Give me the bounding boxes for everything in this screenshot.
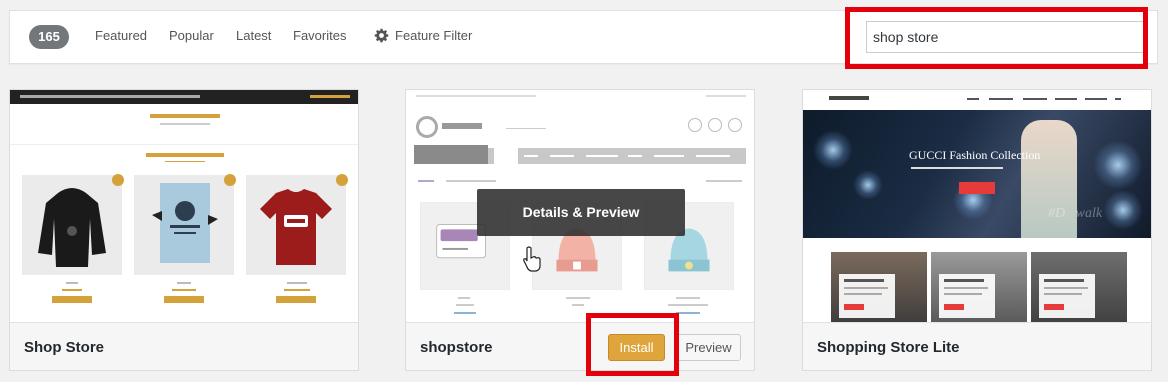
theme-name: Shopping Store Lite — [817, 339, 960, 356]
theme-screenshot[interactable]: Details & Preview — [406, 90, 754, 322]
theme-name: Shop Store — [24, 339, 105, 356]
theme-card-shop-store[interactable]: Shop Store — [9, 89, 359, 371]
hero-banner: GUCCI Fashion Collection #D walk — [803, 110, 1151, 238]
theme-card-footer: Shopping Store Lite — [803, 322, 1151, 370]
theme-card-shopping-store-lite[interactable]: GUCCI Fashion Collection #D walk Shoppin… — [802, 89, 1152, 371]
filter-latest-link[interactable]: Latest — [236, 28, 271, 43]
filter-popular-link[interactable]: Popular — [169, 28, 214, 43]
theme-card-footer: Shop Store — [10, 322, 358, 370]
feature-filter-link[interactable]: Feature Filter — [395, 28, 472, 43]
theme-filter-bar: 165 Featured Popular Latest Favorites Fe… — [9, 10, 1158, 64]
install-button[interactable]: Install — [608, 334, 665, 361]
gear-icon[interactable] — [374, 28, 389, 43]
theme-card-footer: shopstore Install Preview — [406, 322, 754, 370]
theme-card-shopstore[interactable]: Details & Preview shopstore Install Prev… — [405, 89, 755, 371]
filter-featured-link[interactable]: Featured — [95, 28, 147, 43]
hero-title: GUCCI Fashion Collection — [909, 148, 1041, 162]
theme-count-badge: 165 — [29, 25, 69, 49]
theme-name: shopstore — [420, 339, 493, 356]
theme-screenshot[interactable] — [10, 90, 358, 322]
theme-screenshot[interactable]: GUCCI Fashion Collection #D walk — [803, 90, 1151, 322]
details-preview-overlay[interactable]: Details & Preview — [477, 189, 685, 236]
preview-button[interactable]: Preview — [676, 334, 741, 361]
hand-cursor-icon — [523, 246, 541, 272]
filter-favorites-link[interactable]: Favorites — [293, 28, 346, 43]
theme-search-input[interactable] — [866, 21, 1144, 53]
